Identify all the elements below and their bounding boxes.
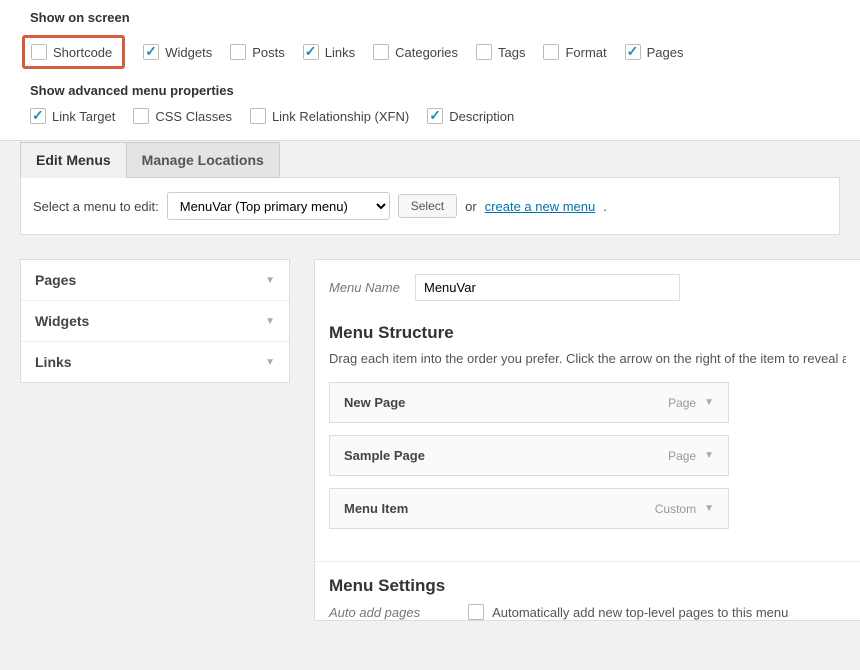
menu-item-name: Menu Item [344, 501, 408, 516]
chevron-down-icon: ▼ [265, 275, 275, 286]
menu-name-row: Menu Name [329, 274, 846, 301]
accordion-item-pages: Pages ▼ [21, 260, 289, 301]
menu-edit-panel: Menu Name Menu Structure Drag each item … [314, 259, 860, 621]
or-text: or [465, 199, 477, 214]
chevron-down-icon[interactable]: ▼ [704, 450, 714, 461]
create-menu-link[interactable]: create a new menu [485, 199, 596, 214]
adv-checkbox-description[interactable] [427, 108, 443, 124]
show-on-screen-title: Show on screen [30, 10, 840, 25]
menu-item-name: Sample Page [344, 448, 425, 463]
menu-select-dropdown[interactable]: MenuVar (Top primary menu) [167, 192, 390, 220]
show-checkbox-shortcode[interactable] [31, 44, 47, 60]
show-label-widgets[interactable]: Widgets [165, 45, 212, 60]
structure-help: Drag each item into the order you prefer… [329, 351, 846, 366]
select-prefix: Select a menu to edit: [33, 199, 159, 214]
show-item-shortcode: Shortcode [22, 35, 125, 69]
menu-name-input[interactable] [415, 274, 680, 301]
menu-item-type-label: Custom [655, 502, 696, 516]
show-label-categories[interactable]: Categories [395, 45, 458, 60]
show-item-categories: Categories [373, 35, 458, 69]
adv-label-link-rel[interactable]: Link Relationship (XFN) [272, 109, 409, 124]
menu-item[interactable]: Menu Item Custom ▼ [329, 488, 729, 529]
adv-item-css-classes: CSS Classes [133, 108, 232, 124]
accordion-header-widgets[interactable]: Widgets ▼ [21, 301, 289, 341]
show-checkbox-links[interactable] [303, 44, 319, 60]
main-area: Pages ▼ Widgets ▼ Links ▼ Menu Name Menu Stru… [0, 259, 860, 621]
menu-item-type-label: Page [668, 396, 696, 410]
tab-edit-menus[interactable]: Edit Menus [20, 142, 127, 178]
adv-checkbox-link-rel[interactable] [250, 108, 266, 124]
menu-name-label: Menu Name [329, 280, 405, 295]
auto-add-row: Auto add pages Automatically add new top… [329, 604, 846, 620]
menu-item-type: Page ▼ [668, 449, 714, 463]
menu-item-type: Page ▼ [668, 396, 714, 410]
structure-heading: Menu Structure [329, 323, 846, 343]
menu-item[interactable]: New Page Page ▼ [329, 382, 729, 423]
menu-item-name: New Page [344, 395, 405, 410]
accordion-label: Pages [35, 272, 76, 288]
menu-item[interactable]: Sample Page Page ▼ [329, 435, 729, 476]
accordion: Pages ▼ Widgets ▼ Links ▼ [20, 259, 290, 383]
show-checkbox-widgets[interactable] [143, 44, 159, 60]
show-label-pages[interactable]: Pages [647, 45, 684, 60]
show-item-pages: Pages [625, 35, 684, 69]
auto-add-option: Automatically add new top-level pages to… [492, 605, 788, 620]
adv-item-link-rel: Link Relationship (XFN) [250, 108, 409, 124]
show-item-posts: Posts [230, 35, 285, 69]
auto-add-checkbox[interactable] [468, 604, 484, 620]
show-item-widgets: Widgets [143, 35, 212, 69]
show-item-tags: Tags [476, 35, 525, 69]
show-checkbox-posts[interactable] [230, 44, 246, 60]
show-item-links: Links [303, 35, 355, 69]
advanced-row: Link Target CSS Classes Link Relationship … [30, 108, 840, 124]
adv-label-description[interactable]: Description [449, 109, 514, 124]
sidebar: Pages ▼ Widgets ▼ Links ▼ [20, 259, 290, 621]
adv-item-description: Description [427, 108, 514, 124]
tabs: Edit MenusManage Locations [0, 142, 860, 178]
select-button[interactable]: Select [398, 194, 457, 218]
adv-label-link-target[interactable]: Link Target [52, 109, 115, 124]
suffix: . [603, 199, 607, 214]
menu-item-type: Custom ▼ [655, 502, 714, 516]
settings-heading: Menu Settings [329, 576, 846, 596]
menu-select-bar: Select a menu to edit: MenuVar (Top prim… [20, 177, 840, 235]
accordion-header-pages[interactable]: Pages ▼ [21, 260, 289, 300]
show-label-tags[interactable]: Tags [498, 45, 525, 60]
show-checkbox-tags[interactable] [476, 44, 492, 60]
tab-manage-locations[interactable]: Manage Locations [127, 142, 280, 178]
divider [315, 561, 860, 562]
screen-options-panel: Show on screen Shortcode Widgets Posts Link… [0, 0, 860, 141]
chevron-down-icon: ▼ [265, 316, 275, 327]
show-label-posts[interactable]: Posts [252, 45, 285, 60]
chevron-down-icon[interactable]: ▼ [704, 397, 714, 408]
adv-item-link-target: Link Target [30, 108, 115, 124]
show-checkbox-format[interactable] [543, 44, 559, 60]
show-item-format: Format [543, 35, 606, 69]
accordion-header-links[interactable]: Links ▼ [21, 342, 289, 382]
accordion-item-links: Links ▼ [21, 342, 289, 382]
show-label-links[interactable]: Links [325, 45, 355, 60]
adv-checkbox-link-target[interactable] [30, 108, 46, 124]
auto-add-label: Auto add pages [329, 605, 420, 620]
accordion-item-widgets: Widgets ▼ [21, 301, 289, 342]
menu-item-type-label: Page [668, 449, 696, 463]
show-checkbox-pages[interactable] [625, 44, 641, 60]
show-label-shortcode[interactable]: Shortcode [53, 45, 112, 60]
accordion-label: Widgets [35, 313, 89, 329]
adv-checkbox-css-classes[interactable] [133, 108, 149, 124]
chevron-down-icon[interactable]: ▼ [704, 503, 714, 514]
show-on-screen-row: Shortcode Widgets Posts Links Categories Tags… [30, 35, 840, 69]
accordion-label: Links [35, 354, 72, 370]
chevron-down-icon: ▼ [265, 357, 275, 368]
advanced-title: Show advanced menu properties [30, 83, 840, 98]
menu-items-list: New Page Page ▼ Sample Page Page ▼ Menu Item Cu… [329, 382, 846, 529]
show-checkbox-categories[interactable] [373, 44, 389, 60]
show-label-format[interactable]: Format [565, 45, 606, 60]
adv-label-css-classes[interactable]: CSS Classes [155, 109, 232, 124]
